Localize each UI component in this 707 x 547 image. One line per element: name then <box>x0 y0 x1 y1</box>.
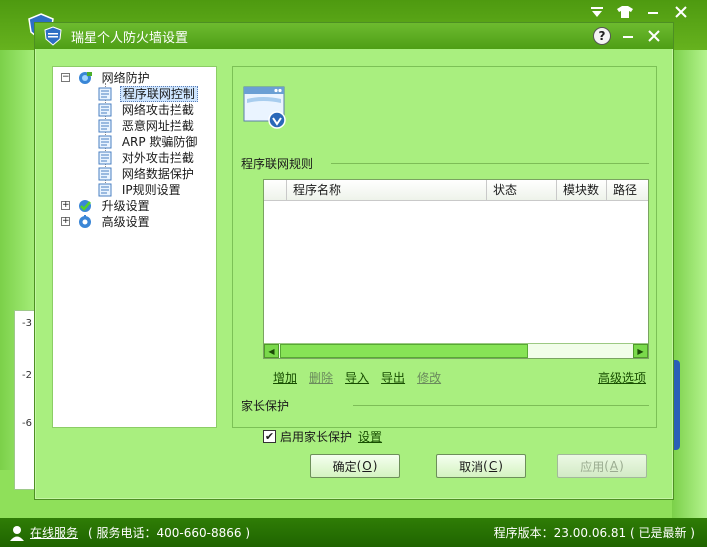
main-minimize-icon[interactable] <box>643 4 663 20</box>
program-network-control-panel: 程序联网规则 程序名称 状态 模块数 路径 ◀ ▶ 增加 删除 导入 导出 修改… <box>232 66 657 444</box>
tree-item-label: 程序联网控制 <box>119 85 198 102</box>
dialog-minimize-icon[interactable] <box>619 27 637 45</box>
apply-button-key: A <box>609 459 619 473</box>
tree-group-label: 网络防护 <box>101 70 150 85</box>
help-icon[interactable]: ? <box>593 27 611 45</box>
document-icon <box>98 135 112 148</box>
expand-icon[interactable]: + <box>61 201 70 210</box>
document-icon <box>98 151 112 164</box>
advanced-options-link[interactable]: 高级选项 <box>598 369 646 386</box>
parental-settings-link[interactable]: 设置 <box>358 428 382 445</box>
firewall-settings-dialog: 瑞星个人防火墙设置 ? − 网络防护 程序联网控制 网络攻击拦截 恶意网址拦截 … <box>34 22 674 500</box>
import-rules-link[interactable]: 导入 <box>345 369 369 386</box>
export-rules-link[interactable]: 导出 <box>381 369 405 386</box>
apply-button[interactable]: 应用(A) <box>557 454 647 478</box>
program-rules-table[interactable]: 程序名称 状态 模块数 路径 ◀ ▶ <box>263 179 649 359</box>
tree-item-label: 网络攻击拦截 <box>121 102 194 117</box>
delete-rule-link[interactable]: 删除 <box>309 369 333 386</box>
scrollbar-thumb[interactable] <box>280 344 528 358</box>
tree-group-upgrade-settings[interactable]: + 升级设置 <box>53 197 216 213</box>
column-header-program-name[interactable]: 程序名称 <box>286 180 486 200</box>
rule-actions: 增加 删除 导入 导出 修改 <box>273 369 441 386</box>
online-service-link[interactable]: 在线服务 <box>30 524 78 541</box>
main-close-icon[interactable] <box>671 4 691 20</box>
section-title-rules: 程序联网规则 <box>241 157 314 171</box>
tree-item-network-attack-block[interactable]: 网络攻击拦截 <box>53 101 216 117</box>
document-icon <box>98 183 112 196</box>
tree-item-arp-spoof-defense[interactable]: ARP 欺骗防御 <box>53 133 216 149</box>
expand-icon[interactable]: + <box>61 217 70 226</box>
parental-control-checkbox[interactable]: ✔ <box>263 430 276 443</box>
scroll-left-arrow-icon[interactable]: ◀ <box>264 344 279 358</box>
tree-item-label: ARP 欺骗防御 <box>121 134 198 149</box>
service-phone-text: ( 服务电话：400-660-8866 ) <box>88 526 251 540</box>
apply-button-label: 应用 <box>580 459 605 474</box>
section-divider <box>331 163 649 164</box>
section-title-parental: 家长保护 <box>241 399 290 413</box>
ok-button-key: O <box>362 459 372 473</box>
program-version-text: 程序版本：23.00.06.81 ( 已是最新 ) <box>493 526 695 540</box>
user-service-icon <box>10 525 24 541</box>
parental-control-option: ✔ 启用家长保护 设置 <box>263 428 382 445</box>
table-header: 程序名称 状态 模块数 路径 <box>264 180 648 201</box>
tree-item-outbound-attack-block[interactable]: 对外攻击拦截 <box>53 149 216 165</box>
network-protection-icon <box>78 71 92 84</box>
scroll-right-arrow-icon[interactable]: ▶ <box>633 344 648 358</box>
document-icon <box>98 167 112 180</box>
dialog-titlebar[interactable]: 瑞星个人防火墙设置 ? <box>35 23 673 49</box>
menu-dropdown-icon[interactable] <box>587 4 607 20</box>
section-divider <box>353 405 649 406</box>
main-window-right-area <box>672 50 707 520</box>
tree-item-label: 恶意网址拦截 <box>121 118 194 133</box>
settings-tree: − 网络防护 程序联网控制 网络攻击拦截 恶意网址拦截 ARP 欺骗防御 对外攻… <box>52 66 217 428</box>
column-header-module-count[interactable]: 模块数 <box>556 180 606 200</box>
upgrade-check-icon <box>78 199 91 212</box>
tree-group-label: 升级设置 <box>101 198 150 213</box>
column-header-path[interactable]: 路径 <box>606 180 648 200</box>
tree-group-network-protection[interactable]: − 网络防护 <box>53 69 216 85</box>
column-header-status[interactable]: 状态 <box>486 180 556 200</box>
cancel-button-key: C <box>488 459 498 473</box>
dialog-controls: ? <box>593 27 663 45</box>
main-window-left-area: -3 -2 -6 <box>0 50 36 490</box>
background-tick: -6 <box>22 418 32 429</box>
cancel-button[interactable]: 取消(C) <box>436 454 526 478</box>
tree-item-label: 网络数据保护 <box>121 166 194 181</box>
tree-item-ip-rules[interactable]: IP规则设置 <box>53 181 216 197</box>
tree-item-malicious-url-block[interactable]: 恶意网址拦截 <box>53 117 216 133</box>
background-tick: -2 <box>22 370 32 381</box>
firewall-shield-icon <box>44 26 62 46</box>
collapse-icon[interactable]: − <box>61 73 70 82</box>
tree-item-program-network-control[interactable]: 程序联网控制 <box>53 85 216 102</box>
background-chart-panel <box>14 310 36 490</box>
tree-item-label: IP规则设置 <box>121 182 181 197</box>
ok-button[interactable]: 确定(O) <box>310 454 400 478</box>
parental-control-label[interactable]: 启用家长保护 <box>280 428 352 445</box>
dialog-title: 瑞星个人防火墙设置 <box>71 30 189 46</box>
horizontal-scrollbar[interactable]: ◀ ▶ <box>264 343 648 358</box>
program-window-icon <box>243 86 286 129</box>
tree-group-label: 高级设置 <box>101 214 150 229</box>
document-icon <box>98 103 112 116</box>
document-icon <box>98 119 112 132</box>
tree-item-network-data-protection[interactable]: 网络数据保护 <box>53 165 216 181</box>
add-rule-link[interactable]: 增加 <box>273 369 297 386</box>
modify-rule-link[interactable]: 修改 <box>417 369 441 386</box>
skin-shirt-icon[interactable] <box>615 4 635 20</box>
main-window-controls <box>587 4 691 20</box>
ok-button-label: 确定 <box>332 459 357 474</box>
gear-globe-icon <box>78 214 91 228</box>
tree-item-label: 对外攻击拦截 <box>121 150 194 165</box>
cancel-button-label: 取消 <box>459 459 484 474</box>
column-header-icon[interactable] <box>264 180 286 200</box>
document-icon <box>98 87 112 100</box>
status-bar: 在线服务 ( 服务电话：400-660-8866 ) 程序版本：23.00.06… <box>0 518 707 547</box>
tree-group-advanced-settings[interactable]: + 高级设置 <box>53 213 216 229</box>
background-tick: -3 <box>22 318 32 329</box>
dialog-close-icon[interactable] <box>645 27 663 45</box>
